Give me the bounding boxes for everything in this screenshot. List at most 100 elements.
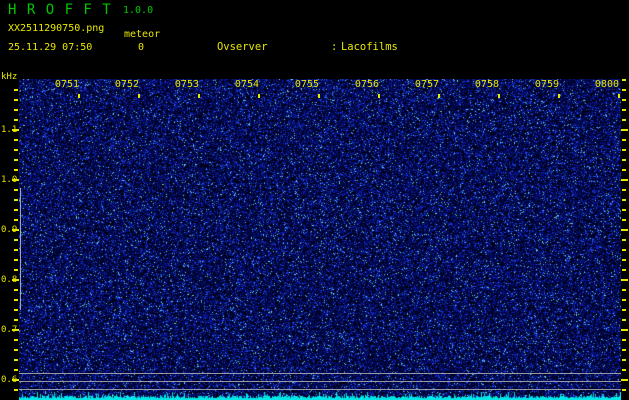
freq-minor-tick-left <box>14 289 18 291</box>
carrier-line <box>19 373 621 374</box>
freq-minor-tick-left <box>14 239 18 241</box>
freq-minor-tick-right <box>622 139 626 141</box>
freq-minor-tick-right <box>622 89 626 91</box>
time-minute-tick <box>558 94 560 98</box>
time-tick-label: 0755 <box>294 79 319 90</box>
freq-minor-tick-right <box>622 219 626 221</box>
freq-major-tick-left <box>12 279 19 281</box>
time-minute-tick <box>138 94 140 98</box>
freq-major-tick-right <box>621 379 628 381</box>
time-minute-tick <box>318 94 320 98</box>
freq-minor-tick-left <box>14 139 18 141</box>
info-row-location: Receiving Location:Kanazawa Ishikawa,JAP… <box>179 67 486 91</box>
time-tick-label: 0754 <box>234 79 259 90</box>
left-edge-marker-line <box>20 188 21 310</box>
freq-minor-tick-right <box>622 389 626 391</box>
freq-minor-tick-left <box>14 89 18 91</box>
spectrogram-noise-canvas <box>19 79 621 400</box>
observation-datetime: 25.11.29 07:50 <box>8 42 93 53</box>
freq-minor-tick-left <box>14 269 18 271</box>
freq-minor-tick-left <box>14 159 18 161</box>
info-label: Ovserver <box>216 40 268 53</box>
time-tick-label: 0758 <box>474 79 499 90</box>
app-title: H R O F F T <box>8 2 112 18</box>
freq-minor-tick-right <box>622 159 626 161</box>
freq-minor-tick-left <box>14 349 18 351</box>
freq-minor-tick-left <box>14 249 18 251</box>
info-separator: : <box>330 40 338 53</box>
info-row-observer: Ovserver: Lacofilms <box>179 28 486 53</box>
freq-minor-tick-left <box>14 209 18 211</box>
freq-minor-tick-right <box>622 249 626 251</box>
freq-major-tick-left <box>12 179 19 181</box>
freq-minor-tick-left <box>14 99 18 101</box>
freq-minor-tick-left <box>14 219 18 221</box>
freq-minor-tick-left <box>14 169 18 171</box>
freq-minor-tick-right <box>622 119 626 121</box>
freq-minor-tick-right <box>622 99 626 101</box>
freq-minor-tick-right <box>622 299 626 301</box>
freq-minor-tick-left <box>14 359 18 361</box>
freq-minor-tick-left <box>14 319 18 321</box>
freq-minor-tick-left <box>14 189 18 191</box>
mode-label: meteor <box>124 29 161 40</box>
time-minute-tick <box>198 94 200 98</box>
meteor-count: 0 <box>138 42 145 53</box>
freq-minor-tick-left <box>14 199 18 201</box>
freq-major-tick-right <box>621 129 628 131</box>
freq-minor-tick-right <box>622 189 626 191</box>
freq-minor-tick-right <box>622 79 626 81</box>
freq-major-tick-left <box>12 129 19 131</box>
time-tick-label: 0751 <box>54 79 79 90</box>
freq-minor-tick-right <box>622 319 626 321</box>
freq-minor-tick-right <box>622 259 626 261</box>
time-minute-tick <box>258 94 260 98</box>
time-tick-label: 0753 <box>174 79 199 90</box>
freq-minor-tick-right <box>622 239 626 241</box>
carrier-line <box>19 389 621 390</box>
freq-major-tick-left <box>12 379 19 381</box>
freq-minor-tick-right <box>622 369 626 371</box>
freq-minor-tick-left <box>14 299 18 301</box>
freq-minor-tick-right <box>622 169 626 171</box>
freq-minor-tick-left <box>14 309 18 311</box>
time-minute-tick <box>378 94 380 98</box>
freq-major-tick-left <box>12 229 19 231</box>
freq-axis-unit: kHz <box>1 72 18 82</box>
freq-minor-tick-left <box>14 109 18 111</box>
freq-major-tick-right <box>621 329 628 331</box>
freq-minor-tick-right <box>622 349 626 351</box>
carrier-line <box>19 381 621 382</box>
freq-major-tick-right <box>621 229 628 231</box>
freq-minor-tick-right <box>622 359 626 361</box>
freq-minor-tick-left <box>14 389 18 391</box>
app-version: 1.0.0 <box>123 5 154 16</box>
time-tick-label: 0800 <box>594 79 619 90</box>
freq-minor-tick-right <box>622 109 626 111</box>
time-minute-tick <box>78 94 80 98</box>
time-minute-tick <box>498 94 500 98</box>
info-value: Lacofilms <box>340 40 398 53</box>
time-tick-label: 0759 <box>534 79 559 90</box>
freq-major-tick-right <box>621 279 628 281</box>
freq-minor-tick-left <box>14 149 18 151</box>
spectrogram: 0751 0752 0753 0754 0755 0756 0757 0758 … <box>19 79 621 400</box>
hrofft-screen: H R O F F T 1.0.0 XX2511290750.png meteo… <box>0 0 629 400</box>
freq-minor-tick-right <box>622 209 626 211</box>
freq-minor-tick-right <box>622 149 626 151</box>
freq-minor-tick-right <box>622 309 626 311</box>
time-tick-label: 0757 <box>414 79 439 90</box>
freq-minor-tick-right <box>622 199 626 201</box>
freq-major-tick-left <box>12 329 19 331</box>
freq-minor-tick-left <box>14 339 18 341</box>
freq-minor-tick-right <box>622 269 626 271</box>
freq-minor-tick-left <box>14 259 18 261</box>
time-tick-label: 0752 <box>114 79 139 90</box>
output-filename: XX2511290750.png <box>8 23 105 34</box>
freq-minor-tick-right <box>622 289 626 291</box>
time-minute-tick <box>438 94 440 98</box>
freq-major-tick-right <box>621 179 628 181</box>
freq-minor-tick-right <box>622 339 626 341</box>
freq-minor-tick-left <box>14 369 18 371</box>
freq-minor-tick-left <box>14 119 18 121</box>
